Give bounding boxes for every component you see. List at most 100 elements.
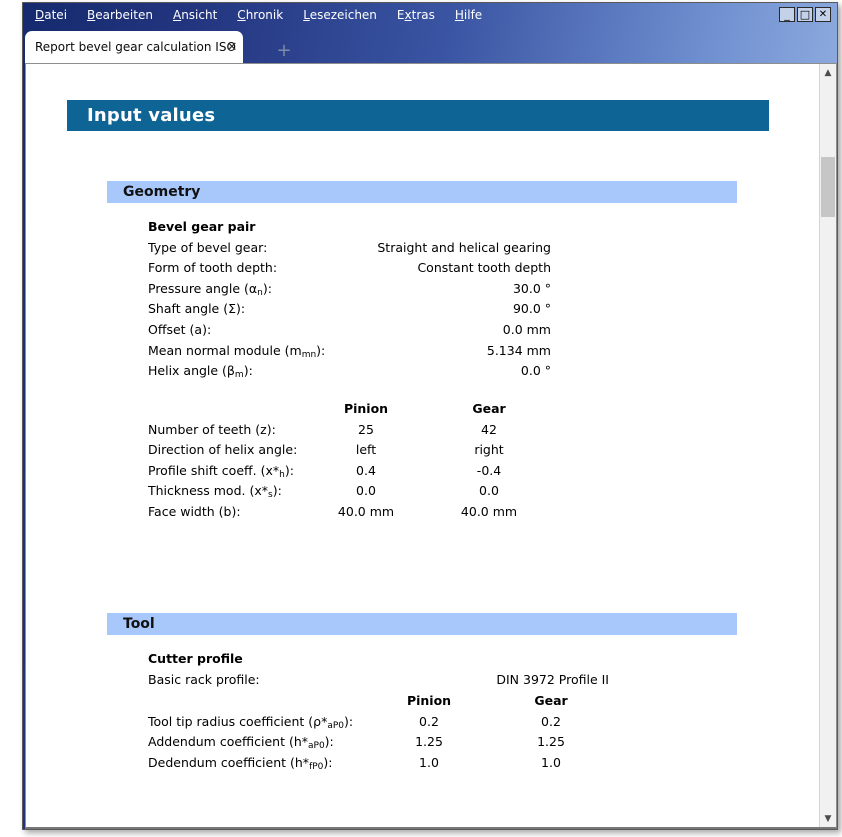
group-title-row: Bevel gear pair bbox=[26, 219, 819, 240]
table-cell-pinion: 25 bbox=[358, 421, 374, 437]
row-value: Constant tooth depth bbox=[417, 260, 551, 276]
table-row: Direction of helix angle: left right bbox=[26, 442, 819, 463]
group-title-row: Cutter profile bbox=[26, 651, 819, 672]
maximize-button[interactable]: □ bbox=[797, 7, 813, 22]
row-label: Basic rack profile: bbox=[148, 671, 260, 687]
group-title-bevel-gear-pair: Bevel gear pair bbox=[148, 219, 256, 234]
section-title-tool: Tool bbox=[123, 616, 155, 632]
scroll-down-icon[interactable]: ▼ bbox=[820, 810, 836, 827]
row-label: Mean normal module (mmn): bbox=[148, 342, 326, 360]
close-icon: ✕ bbox=[818, 8, 828, 20]
geometry-table-block: Pinion Gear Number of teeth (z): 25 42 Direct… bbox=[26, 401, 819, 525]
minimize-icon: _ bbox=[784, 8, 790, 21]
row-geometry-4: Offset (a): 0.0 mm bbox=[26, 322, 819, 343]
table-row-label: Profile shift coeff. (x*h): bbox=[148, 462, 294, 480]
row-label: Helix angle (βm): bbox=[148, 363, 253, 381]
table-row-label: Direction of helix angle: bbox=[148, 442, 298, 458]
report-main-banner: Input values bbox=[67, 100, 769, 131]
table-header-row: Pinion Gear bbox=[26, 401, 819, 422]
row-geometry-6: Helix angle (βm): 0.0 ° bbox=[26, 363, 819, 384]
table-cell-pinion: 40.0 mm bbox=[337, 503, 395, 519]
row-geometry-3: Shaft angle (Σ): 90.0 ° bbox=[26, 301, 819, 322]
row-tool-0: Basic rack profile: DIN 3972 Profile II bbox=[26, 672, 819, 693]
row-label: Shaft angle (Σ): bbox=[148, 301, 246, 317]
table-cell-pinion: 1.0 bbox=[419, 754, 439, 770]
row-value: 30.0 ° bbox=[512, 280, 551, 296]
tool-pairs-block: Cutter profile Basic rack profile: DIN 397… bbox=[26, 651, 819, 692]
maximize-icon: □ bbox=[799, 8, 811, 21]
section-banner-tool: Tool bbox=[107, 613, 737, 635]
menu-item-chronik[interactable]: Chronik bbox=[237, 8, 283, 22]
vertical-scrollbar[interactable]: ▲ ▼ bbox=[819, 64, 836, 827]
scrollbar-thumb[interactable] bbox=[821, 157, 835, 217]
table-cell-pinion: 0.2 bbox=[419, 713, 439, 729]
menu-item-lesezeichen[interactable]: Lesezeichen bbox=[303, 8, 377, 22]
geometry-pairs-block: Bevel gear pair Type of bevel gear: Straig… bbox=[26, 219, 819, 384]
row-label: Type of bevel gear: bbox=[148, 239, 268, 255]
table-row: Addendum coefficient (h*aP0): 1.25 1.25 bbox=[26, 734, 819, 755]
table-row: Dedendum coefficient (h*fP0): 1.0 1.0 bbox=[26, 755, 819, 776]
table-row-label: Thickness mod. (x*s): bbox=[148, 483, 282, 501]
menu-bar: Datei Bearbeiten Ansicht Chronik Lesezeichen… bbox=[23, 3, 482, 27]
row-label: Pressure angle (αn): bbox=[148, 280, 272, 298]
table-cell-gear: -0.4 bbox=[476, 462, 502, 478]
table-row-label: Face width (b): bbox=[148, 503, 241, 519]
row-geometry-2: Pressure angle (αn): 30.0 ° bbox=[26, 281, 819, 302]
row-value: Straight and helical gearing bbox=[377, 239, 551, 255]
table-cell-gear: 0.0 bbox=[479, 483, 499, 499]
table-cell-gear: 42 bbox=[481, 421, 497, 437]
column-header-gear: Gear bbox=[534, 693, 568, 708]
table-cell-gear: 1.25 bbox=[537, 734, 565, 750]
scroll-up-icon[interactable]: ▲ bbox=[820, 64, 836, 81]
row-value: 5.134 mm bbox=[486, 342, 551, 358]
row-value: 0.0 ° bbox=[520, 363, 551, 379]
row-geometry-1: Form of tooth depth: Constant tooth depth bbox=[26, 260, 819, 281]
column-header-pinion: Pinion bbox=[406, 693, 452, 708]
document-area: Input values Geometry Bevel gear pair Typ… bbox=[26, 64, 819, 827]
tab-report[interactable]: Report bevel gear calculation ISO 23509 … bbox=[25, 31, 243, 63]
close-button[interactable]: ✕ bbox=[815, 7, 831, 22]
minimize-button[interactable]: _ bbox=[779, 7, 795, 22]
column-header-pinion: Pinion bbox=[343, 401, 389, 416]
browser-viewport: Input values Geometry Bevel gear pair Typ… bbox=[25, 63, 837, 829]
column-header-gear: Gear bbox=[472, 401, 506, 416]
table-row-label: Number of teeth (z): bbox=[148, 421, 276, 437]
window-controls: _ □ ✕ bbox=[779, 7, 831, 22]
table-row: Number of teeth (z): 25 42 bbox=[26, 422, 819, 443]
table-header-row: Pinion Gear bbox=[26, 693, 819, 714]
tab-title: Report bevel gear calculation ISO 23509 bbox=[35, 40, 239, 54]
group-title-cutter-profile: Cutter profile bbox=[148, 651, 243, 666]
table-cell-pinion: 1.25 bbox=[415, 734, 443, 750]
table-row: Face width (b): 40.0 mm 40.0 mm bbox=[26, 504, 819, 525]
table-cell-pinion: 0.4 bbox=[356, 462, 376, 478]
menu-item-hilfe[interactable]: Hilfe bbox=[455, 8, 482, 22]
menu-item-datei[interactable]: Datei bbox=[35, 8, 67, 22]
table-cell-pinion: left bbox=[355, 442, 377, 458]
row-value: DIN 3972 Profile II bbox=[496, 671, 609, 687]
row-geometry-0: Type of bevel gear: Straight and helical … bbox=[26, 240, 819, 261]
section-title-geometry: Geometry bbox=[123, 184, 201, 200]
menu-item-ansicht[interactable]: Ansicht bbox=[173, 8, 217, 22]
table-cell-pinion: 0.0 bbox=[356, 483, 376, 499]
table-row: Tool tip radius coefficient (ρ*aP0): 0.2 0… bbox=[26, 714, 819, 735]
row-geometry-5: Mean normal module (mmn): 5.134 mm bbox=[26, 343, 819, 364]
new-tab-button[interactable]: + bbox=[273, 39, 295, 61]
table-row: Thickness mod. (x*s): 0.0 0.0 bbox=[26, 483, 819, 504]
row-label: Form of tooth depth: bbox=[148, 260, 278, 276]
row-value: 90.0 ° bbox=[512, 301, 551, 317]
table-row-label: Tool tip radius coefficient (ρ*aP0): bbox=[148, 713, 354, 731]
table-cell-gear: right bbox=[474, 442, 504, 458]
table-row-label: Addendum coefficient (h*aP0): bbox=[148, 734, 334, 752]
table-cell-gear: 0.2 bbox=[541, 713, 561, 729]
browser-window: Datei Bearbeiten Ansicht Chronik Lesezeichen… bbox=[22, 2, 838, 830]
menu-item-bearbeiten[interactable]: Bearbeiten bbox=[87, 8, 153, 22]
table-row: Profile shift coeff. (x*h): 0.4 -0.4 bbox=[26, 463, 819, 484]
table-cell-gear: 40.0 mm bbox=[460, 503, 518, 519]
menu-item-extras[interactable]: Extras bbox=[397, 8, 435, 22]
table-row-label: Dedendum coefficient (h*fP0): bbox=[148, 754, 333, 772]
tab-close-icon[interactable]: ✕ bbox=[225, 40, 239, 55]
row-value: 0.0 mm bbox=[502, 321, 551, 337]
table-cell-gear: 1.0 bbox=[541, 754, 561, 770]
tool-table-block: Pinion Gear Tool tip radius coefficient (ρ… bbox=[26, 693, 819, 775]
row-label: Offset (a): bbox=[148, 321, 212, 337]
